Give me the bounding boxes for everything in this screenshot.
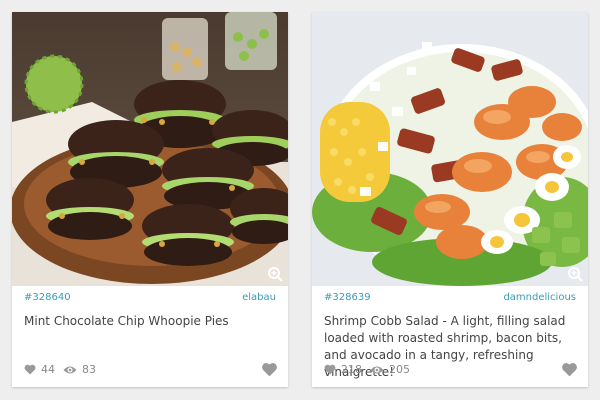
view-count: 205 [389, 363, 410, 376]
post-id[interactable]: #328639 [324, 292, 371, 303]
post-stats: 44 83 [24, 363, 96, 376]
view-count: 83 [82, 363, 96, 376]
whoopie-pies-photo[interactable] [12, 12, 288, 286]
post-card[interactable]: #328639 damndelicious Shrimp Cobb Salad … [312, 12, 588, 387]
whoopie-pies-image [12, 12, 288, 286]
zoom-icon[interactable] [567, 266, 583, 282]
card-meta: #328640 elabau [12, 286, 288, 303]
favorite-heart-icon[interactable] [261, 362, 278, 377]
eye-icon [63, 366, 77, 373]
author-link[interactable]: damndelicious [503, 292, 576, 303]
heart-icon [324, 364, 336, 375]
post-card[interactable]: #328640 elabau Mint Chocolate Chip Whoop… [12, 12, 288, 387]
favorite-heart-icon[interactable] [561, 362, 578, 377]
card-meta: #328639 damndelicious [312, 286, 588, 303]
post-id[interactable]: #328640 [24, 292, 71, 303]
zoom-icon[interactable] [267, 266, 283, 282]
cobb-salad-image [312, 12, 588, 286]
like-count: 218 [341, 363, 362, 376]
post-stats: 218 205 [324, 363, 410, 376]
heart-icon [24, 364, 36, 375]
eye-icon [370, 366, 384, 373]
author-link[interactable]: elabau [242, 292, 276, 303]
cobb-salad-photo[interactable] [312, 12, 588, 286]
like-count: 44 [41, 363, 55, 376]
post-title[interactable]: Mint Chocolate Chip Whoopie Pies [12, 303, 288, 330]
